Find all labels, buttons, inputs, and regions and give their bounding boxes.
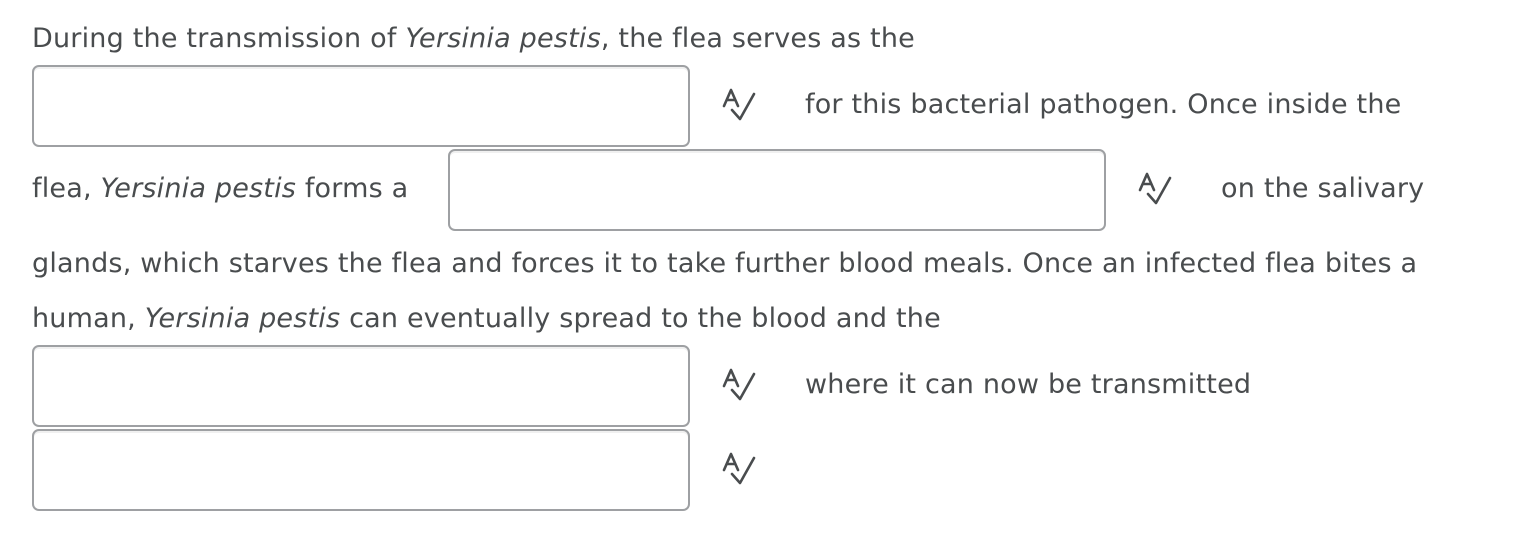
spellcheck-icon[interactable] (1134, 170, 1174, 210)
organism-name: Yersinia pestis (144, 303, 341, 334)
answer-blank-1[interactable] (32, 65, 690, 147)
question-text-after-blank2: on the salivary (1221, 173, 1425, 204)
spellcheck-icon[interactable] (718, 86, 758, 126)
text-segment: flea, (32, 173, 101, 204)
spellcheck-icon[interactable] (718, 450, 758, 490)
spellcheck-icon[interactable] (718, 366, 758, 406)
text-segment: can eventually spread to the blood and t… (340, 303, 941, 334)
answer-blank-3[interactable] (32, 345, 690, 427)
question-text-line3: flea, Yersinia pestis forms a (32, 172, 408, 206)
question-text-after-blank3: where it can now be transmitted (805, 369, 1252, 400)
question-text-after-blank1: for this bacterial pathogen. Once inside… (805, 89, 1402, 120)
organism-name: Yersinia pestis (405, 23, 601, 54)
text-segment: human, (32, 303, 145, 334)
answer-blank-4[interactable] (32, 429, 690, 511)
question-text-line5: human, Yersinia pestis can eventually sp… (32, 302, 941, 336)
answer-blank-2[interactable] (448, 149, 1106, 231)
question-text-line4: glands, which starves the flea and force… (32, 248, 1418, 279)
question-text-line1: During the transmission of Yersinia pest… (32, 22, 915, 56)
text-segment: forms a (296, 173, 409, 204)
text-segment: During the transmission of (32, 23, 406, 54)
organism-name: Yersinia pestis (100, 173, 297, 204)
text-segment: , the flea serves as the (600, 23, 915, 54)
